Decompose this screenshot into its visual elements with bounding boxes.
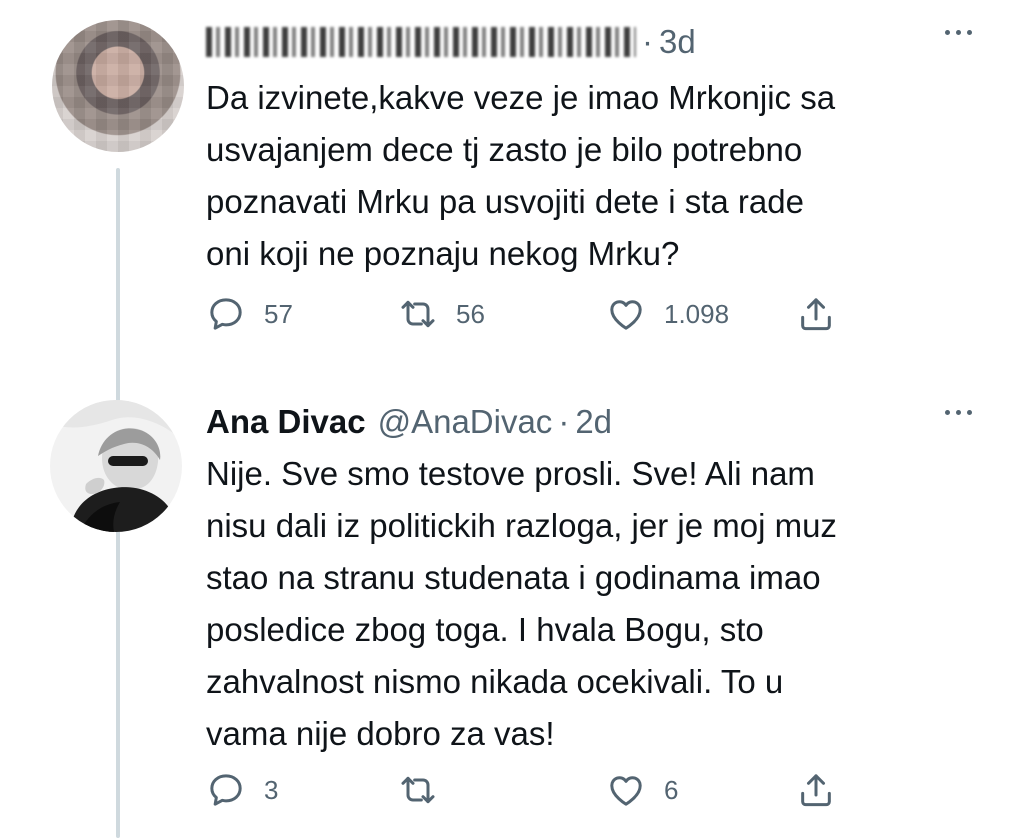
like-count: 1.098 [664, 298, 730, 329]
reply-button[interactable]: 57 [206, 294, 293, 334]
user-name-blurred[interactable] [206, 27, 636, 57]
like-button[interactable]: 6 [606, 770, 678, 810]
twitter-thread: · 3d Da izvinete,kakve veze je imao Mrko… [0, 0, 1024, 838]
tweet-text: Nije. Sve smo testove prosli. Sve! Ali n… [206, 448, 984, 760]
retweet-button[interactable]: 56 [398, 294, 485, 334]
tweet-text-line: Da izvinete,kakve veze je imao Mrkonjic … [206, 79, 836, 116]
tweet-header: Ana Divac @AnaDivac · 2d [206, 394, 934, 450]
tweet-actions: 57 56 1.098 [206, 292, 846, 336]
share-icon [801, 774, 831, 807]
separator-dot: · [558, 403, 570, 440]
retweet-icon [401, 776, 435, 804]
reply-count: 3 [264, 774, 279, 805]
tweet-text-line: usvajanjem dece tj zasto je bilo potrebn… [206, 131, 803, 168]
user-display-name[interactable]: Ana Divac [206, 403, 366, 441]
tweet-text-line: posledice zbog toga. I hvala Bogu, sto [206, 611, 764, 648]
share-icon [801, 298, 831, 331]
avatar-image [50, 400, 182, 532]
tweet-text-line: zahvalnost nismo nikada ocekivali. To u [206, 663, 784, 700]
tweet-actions: 3 6 [206, 768, 846, 812]
like-button[interactable]: 1.098 [606, 294, 729, 334]
tweet-text-line: Nije. Sve smo testove prosli. Sve! Ali n… [206, 455, 815, 492]
heart-icon [610, 776, 642, 806]
tweet-header: · 3d [206, 14, 934, 70]
share-button[interactable] [796, 294, 836, 334]
reply-count: 57 [264, 298, 293, 329]
more-icon[interactable] [945, 30, 972, 35]
tweet-timestamp[interactable]: 2d [575, 403, 612, 441]
tweet-text-line: poznavati Mrku pa usvojiti dete i sta ra… [206, 183, 804, 220]
avatar[interactable] [52, 20, 184, 152]
tweet-text-line: vama nije dobro za vas! [206, 715, 555, 752]
tweet-text: Da izvinete,kakve veze je imao Mrkonjic … [206, 72, 984, 280]
tweet-text-line: oni koji ne poznaju nekog Mrku? [206, 235, 680, 272]
reply-button[interactable]: 3 [206, 770, 278, 810]
retweet-button[interactable] [398, 770, 456, 810]
reply-icon [210, 298, 242, 330]
tweet-2[interactable]: Ana Divac @AnaDivac · 2d Nije. Sve smo t… [0, 380, 1024, 838]
avatar[interactable] [50, 400, 182, 532]
separator-dot: · [642, 23, 653, 60]
more-icon[interactable] [945, 410, 972, 415]
retweet-count: 56 [456, 298, 485, 329]
avatar-image-blurred [52, 20, 184, 152]
tweet-text-line: stao na stranu studenata i godinama imao [206, 559, 821, 596]
tweet-1[interactable]: · 3d Da izvinete,kakve veze je imao Mrko… [0, 0, 1024, 380]
tweet-timestamp[interactable]: 3d [659, 23, 696, 61]
like-count: 6 [664, 774, 679, 805]
reply-icon [210, 774, 242, 806]
retweet-icon [401, 300, 435, 328]
share-button[interactable] [796, 770, 836, 810]
user-handle[interactable]: @AnaDivac [378, 403, 553, 441]
heart-icon [610, 300, 642, 330]
tweet-text-line: nisu dali iz politickih razloga, jer je … [206, 507, 837, 544]
